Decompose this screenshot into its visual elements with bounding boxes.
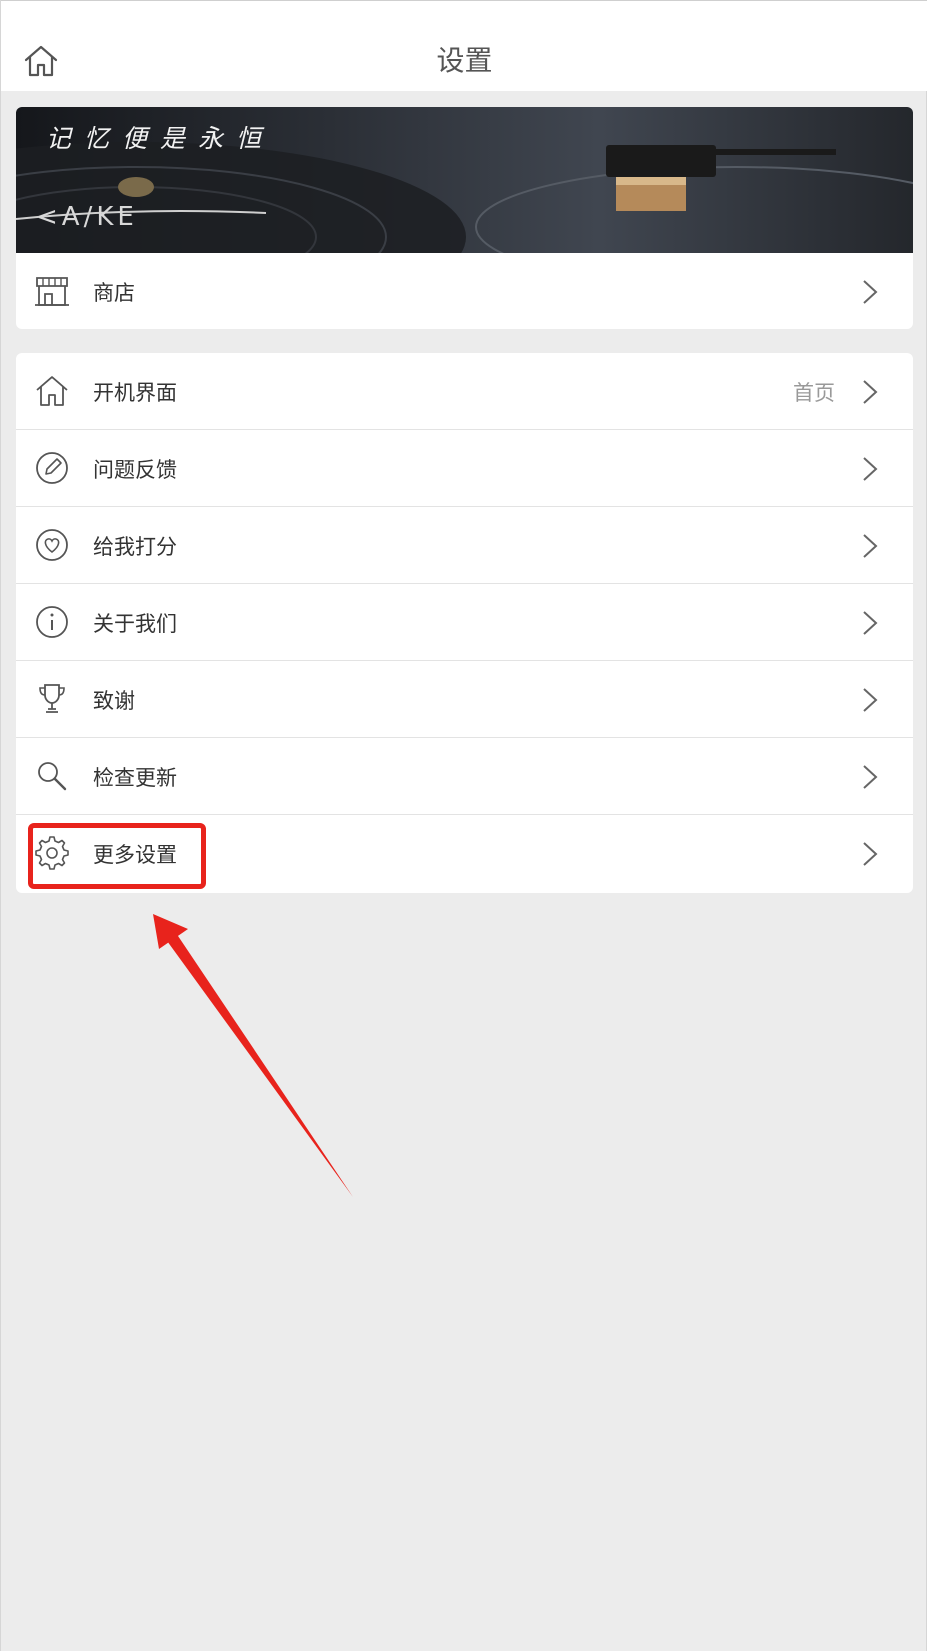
settings-page: 设置 <A/KE 记忆便是永恒 商店 开机界面 首页 问题反馈 给我打分 关于我… — [0, 0, 927, 1651]
annotation-arrow — [153, 914, 353, 1197]
